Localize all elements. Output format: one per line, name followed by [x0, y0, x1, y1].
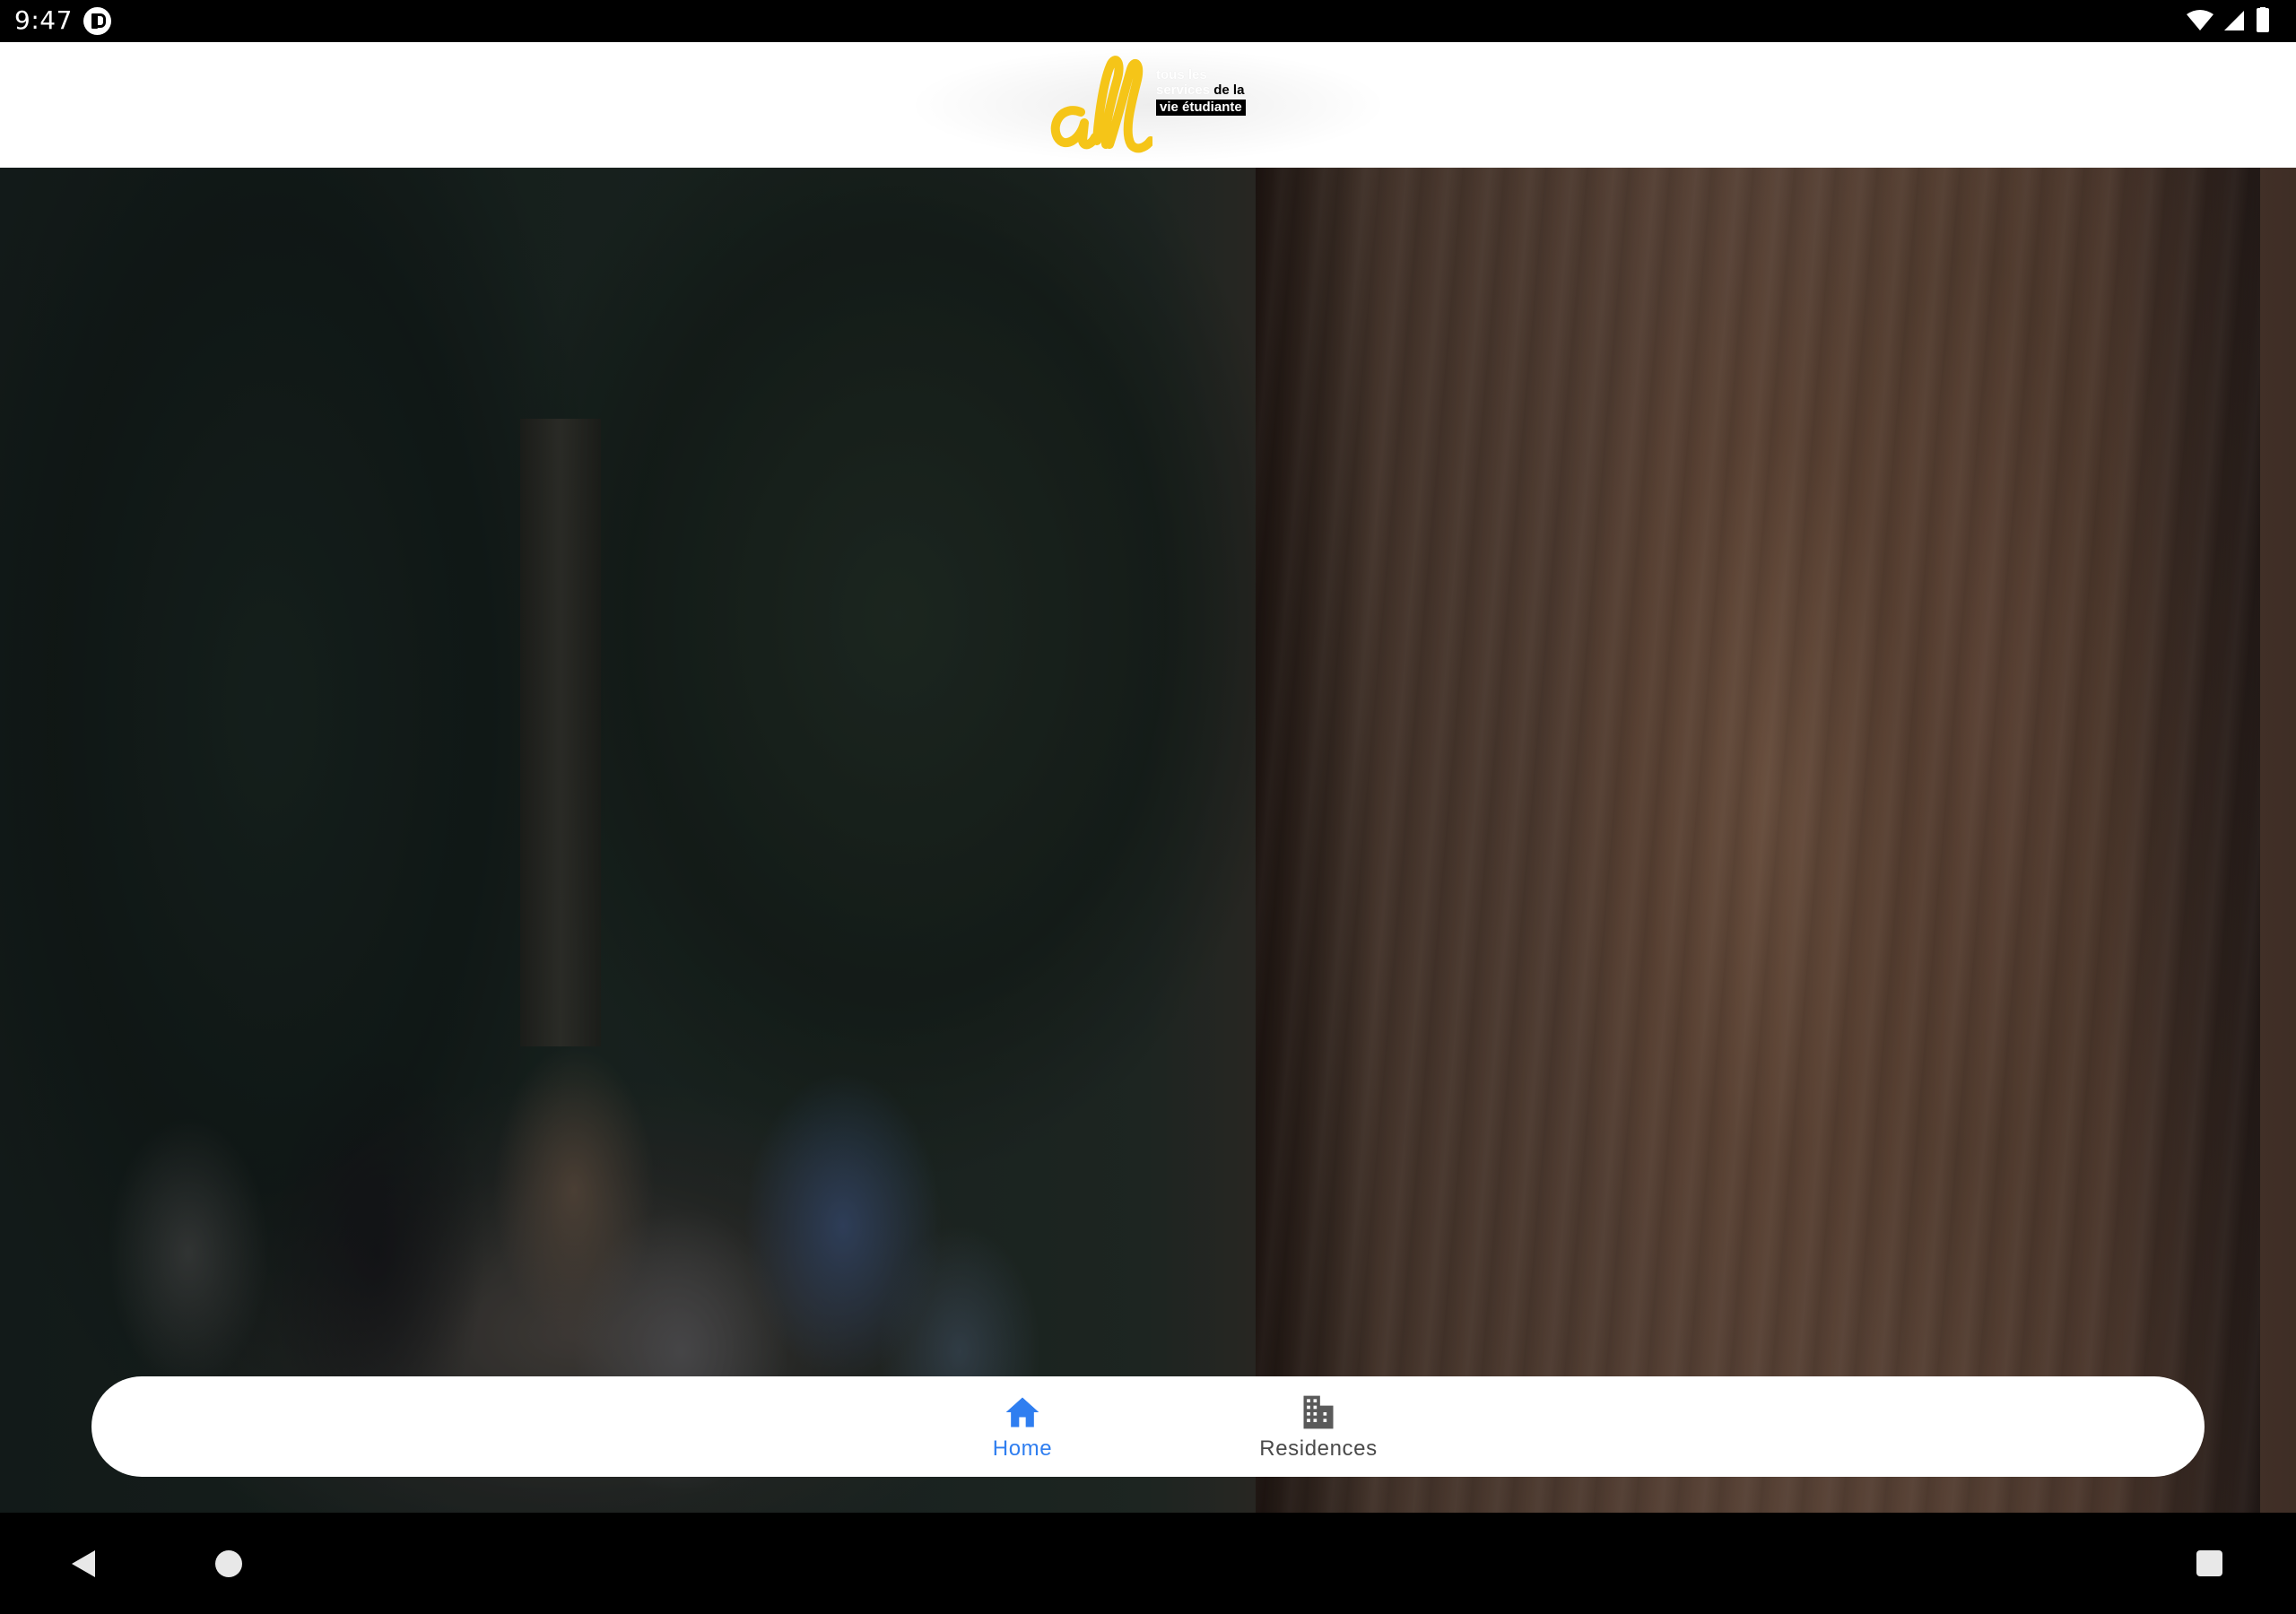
- nav-item-residences-label: Residences: [1259, 1436, 1378, 1461]
- wifi-icon: [2187, 10, 2213, 30]
- logo-tagline-line2: services de la: [1156, 82, 1255, 98]
- all-wordmark-icon: all: [1050, 56, 1155, 153]
- recents-square-icon[interactable]: [2196, 1550, 2222, 1576]
- status-icons: [2185, 7, 2283, 35]
- logo-tagline: tous les services de la vie étudiante: [1156, 67, 1255, 116]
- home-icon: [1005, 1397, 1039, 1427]
- home-circle-icon[interactable]: [215, 1550, 242, 1577]
- battery-icon: [2257, 7, 2269, 32]
- status-time: 9:47: [14, 5, 73, 35]
- notification-app-icon: [83, 7, 111, 35]
- status-bar: 9:47: [0, 0, 2296, 42]
- nav-item-residences[interactable]: Residences: [1220, 1376, 1417, 1477]
- hero-background-image: [0, 168, 2296, 1513]
- app-header: all tous les services de la vie étudiant…: [0, 42, 2296, 168]
- back-icon[interactable]: [70, 1549, 97, 1579]
- logo-tagline-line1: tous les: [1156, 67, 1207, 82]
- building-icon: [1303, 1395, 1334, 1429]
- app-screen: 9:47 all: [0, 0, 2296, 1614]
- nav-item-home[interactable]: Home: [942, 1376, 1103, 1477]
- nav-item-home-label: Home: [992, 1436, 1053, 1461]
- hero-dim-overlay: [0, 168, 2296, 1513]
- cell-signal-icon: [2224, 11, 2244, 30]
- logo-tagline-services: services: [1156, 82, 1211, 98]
- logo-tagline-line3: vie étudiante: [1156, 100, 1246, 116]
- bottom-navigation: Home Residences: [91, 1376, 2205, 1477]
- system-navigation-bar: [0, 1513, 2296, 1614]
- all-logo[interactable]: all tous les services de la vie étudiant…: [1045, 51, 1251, 163]
- logo-tagline-dela: de la: [1213, 82, 1245, 98]
